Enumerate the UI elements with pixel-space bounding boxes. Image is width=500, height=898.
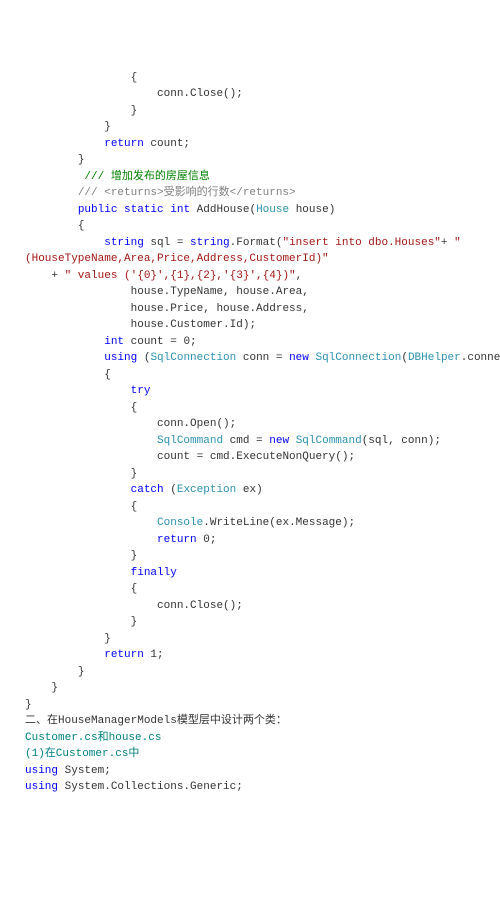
code-line: house.Customer.Id); [25, 317, 475, 334]
code-line: } [25, 119, 475, 136]
code-line: { [25, 400, 475, 417]
code-line: } [25, 697, 475, 714]
code-line: int count = 0; [25, 334, 475, 351]
code-line: } [25, 103, 475, 120]
code-line: } [25, 466, 475, 483]
code-line: return 0; [25, 532, 475, 549]
code-line: /// 增加发布的房屋信息 [25, 169, 475, 186]
code-line: { [25, 367, 475, 384]
code-line: (HouseTypeName,Area,Price,Address,Custom… [25, 251, 475, 268]
code-document: { conn.Close(); } } return count; } /// … [25, 70, 475, 796]
code-line: count = cmd.ExecuteNonQuery(); [25, 449, 475, 466]
code-line: public static int AddHouse(House house) [25, 202, 475, 219]
code-line: } [25, 631, 475, 648]
code-line: { [25, 70, 475, 87]
code-line: conn.Open(); [25, 416, 475, 433]
code-line: using System; [25, 763, 475, 780]
code-line: string sql = string.Format("insert into … [25, 235, 475, 252]
code-line: (1)在Customer.cs中 [25, 746, 475, 763]
code-line: return 1; [25, 647, 475, 664]
code-line: + " values ('{0}',{1},{2},'{3}',{4})", [25, 268, 475, 285]
code-line: house.TypeName, house.Area, [25, 284, 475, 301]
code-line: } [25, 548, 475, 565]
code-line: } [25, 664, 475, 681]
code-line: catch (Exception ex) [25, 482, 475, 499]
code-line: { [25, 218, 475, 235]
code-line: 二、在HouseManagerModels模型层中设计两个类： [25, 713, 475, 730]
code-line: using System.Collections.Generic; [25, 779, 475, 796]
code-line: } [25, 614, 475, 631]
code-line: conn.Close(); [25, 86, 475, 103]
code-line: Customer.cs和house.cs [25, 730, 475, 747]
code-line: using (SqlConnection conn = new SqlConne… [25, 350, 475, 367]
code-line: conn.Close(); [25, 598, 475, 615]
code-line: try [25, 383, 475, 400]
code-line: /// <returns>受影响的行数</returns> [25, 185, 475, 202]
code-line: Console.WriteLine(ex.Message); [25, 515, 475, 532]
code-line: SqlCommand cmd = new SqlCommand(sql, con… [25, 433, 475, 450]
code-line: } [25, 152, 475, 169]
code-line: house.Price, house.Address, [25, 301, 475, 318]
code-line: { [25, 581, 475, 598]
code-line: finally [25, 565, 475, 582]
code-line: } [25, 680, 475, 697]
code-line: return count; [25, 136, 475, 153]
code-line: { [25, 499, 475, 516]
